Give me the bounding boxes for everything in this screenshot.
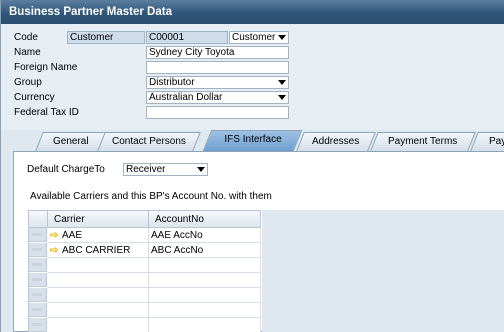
default-charge-value: Receiver [126,164,166,175]
table-row-carrier-cell[interactable]: ⇨ AAE [48,228,149,243]
tab-general[interactable]: General [35,132,107,151]
empty-cell[interactable] [48,318,149,332]
bp-type-field: Customer [67,31,145,44]
carriers-table: Carrier AccountNo ⇨ AAE AAE AccNo ⇨ ABC CA… [28,210,261,332]
tab-payment-run[interactable]: Pay [470,132,504,151]
empty-cell[interactable] [48,288,149,303]
empty-cell[interactable] [149,273,261,288]
empty-cell[interactable] [48,303,149,318]
currency-dropdown-value: Australian Dollar [149,92,223,103]
default-charge-dropdown[interactable]: Receiver [123,163,208,176]
federal-tax-field[interactable] [146,106,289,119]
chevron-down-icon [278,35,286,40]
row-selector[interactable] [29,318,47,332]
tab-strip: General Contact Persons IFS Interface Ad… [1,130,504,152]
window-title: Business Partner Master Data [1,0,504,24]
row-selector[interactable] [29,288,47,302]
foreign-name-label: Foreign Name [14,62,78,73]
name-field[interactable]: Sydney City Toyota [146,46,289,59]
chevron-down-icon [278,80,286,85]
table-row-account-cell[interactable]: AAE AccNo [149,228,261,243]
currency-dropdown[interactable]: Australian Dollar [146,91,289,104]
row-selector[interactable] [29,258,47,272]
ifs-interface-pane: Default ChargeTo Receiver Available Carr… [13,151,504,332]
column-header-accountno[interactable]: AccountNo [149,211,261,228]
row-header-corner [29,211,48,228]
row-selector[interactable] [29,228,47,242]
group-label: Group [14,77,42,88]
header-form: Code Customer C00001 Customer Name Sydne… [1,24,504,130]
table-row-account-cell[interactable]: ABC AccNo [149,243,261,258]
row-selector[interactable] [29,303,47,317]
bp-type-dropdown-value: Customer [232,32,276,43]
row-selector[interactable] [29,243,47,257]
group-dropdown[interactable]: Distributor [146,76,289,89]
empty-cell[interactable] [149,303,261,318]
group-dropdown-value: Distributor [149,77,195,88]
column-header-carrier[interactable]: Carrier [48,211,149,228]
federal-tax-label: Federal Tax ID [14,107,79,118]
default-charge-label: Default ChargeTo [27,164,105,175]
link-arrow-icon[interactable]: ⇨ [50,228,62,242]
tab-addresses[interactable]: Addresses [296,132,376,151]
row-selector[interactable] [29,273,47,287]
available-carriers-text: Available Carriers and this BP's Account… [30,191,272,202]
empty-cell[interactable] [149,318,261,332]
tab-ifs-interface[interactable]: IFS Interface [202,130,303,151]
tab-contact-persons[interactable]: Contact Persons [97,132,201,151]
empty-cell[interactable] [48,273,149,288]
table-row-carrier-cell[interactable]: ⇨ ABC CARRIER [48,243,149,258]
chevron-down-icon [278,95,286,100]
business-partner-window: Business Partner Master Data Code Custom… [0,0,504,332]
code-field[interactable]: C00001 [146,31,228,44]
tab-payment-terms[interactable]: Payment Terms [370,132,476,151]
currency-label: Currency [14,92,55,103]
empty-cell[interactable] [48,258,149,273]
code-label: Code [14,32,38,43]
empty-cell[interactable] [149,258,261,273]
foreign-name-field[interactable] [146,61,289,74]
grid-empty-area [262,210,504,332]
chevron-down-icon [197,167,205,172]
bp-type-dropdown[interactable]: Customer [229,31,289,44]
empty-cell[interactable] [149,288,261,303]
link-arrow-icon[interactable]: ⇨ [50,243,62,257]
name-label: Name [14,47,41,58]
